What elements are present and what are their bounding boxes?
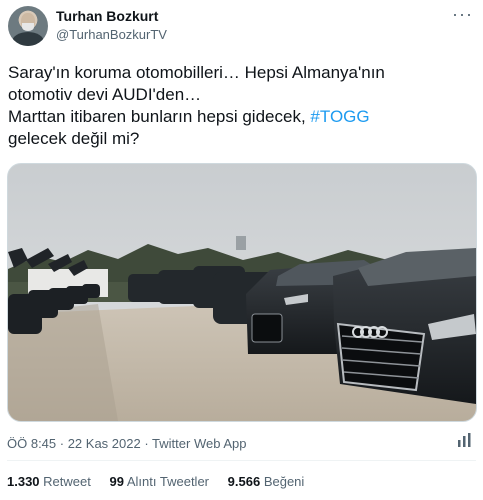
author-handle[interactable]: @TurhanBozkurTV bbox=[56, 27, 167, 42]
tweet-text-line-3-text: Marttan itibaren bunların hepsi gidecek, bbox=[8, 107, 311, 126]
tweet-text-line-4: gelecek değil mi? bbox=[8, 129, 140, 148]
tweet-media-video[interactable] bbox=[7, 163, 477, 422]
meta-separator: · bbox=[140, 436, 153, 451]
tweet: Turhan Bozkurt @TurhanBozkurTV ··· Saray… bbox=[0, 0, 483, 500]
tweet-stats: 1.330 Retweet 99 Alıntı Tweetler 9.566 B… bbox=[7, 474, 319, 489]
media-image-cars bbox=[8, 164, 476, 421]
divider bbox=[7, 460, 476, 461]
likes-count: 9.566 bbox=[227, 474, 261, 489]
retweets-stat[interactable]: 1.330 Retweet bbox=[7, 474, 91, 489]
tweet-meta: ÖÖ 8:45 · 22 Kas 2022 · Twitter Web App bbox=[7, 436, 246, 451]
tweet-text-line-2: otomotiv devi AUDI'den… bbox=[8, 85, 202, 104]
quotes-stat[interactable]: 99 Alıntı Tweetler bbox=[110, 474, 210, 489]
meta-separator: · bbox=[56, 436, 68, 451]
tweet-text: Saray'ın koruma otomobilleri… Hepsi Alma… bbox=[8, 62, 476, 150]
tweet-date[interactable]: 22 Kas 2022 bbox=[68, 436, 141, 451]
analytics-icon[interactable] bbox=[457, 432, 473, 448]
quotes-label: Alıntı Tweetler bbox=[126, 474, 210, 489]
more-options-icon[interactable]: ··· bbox=[452, 4, 473, 25]
tweet-source-app[interactable]: Twitter Web App bbox=[152, 436, 246, 451]
quotes-count: 99 bbox=[109, 474, 124, 489]
retweets-count: 1.330 bbox=[7, 474, 40, 489]
avatar[interactable] bbox=[8, 6, 48, 46]
likes-stat[interactable]: 9.566 Beğeni bbox=[228, 474, 305, 489]
author-name[interactable]: Turhan Bozkurt bbox=[56, 8, 158, 24]
tweet-time[interactable]: ÖÖ 8:45 bbox=[7, 436, 56, 451]
tweet-text-line-3: Marttan itibaren bunların hepsi gidecek,… bbox=[8, 106, 476, 128]
hashtag-link[interactable]: #TOGG bbox=[310, 107, 369, 126]
retweets-label: Retweet bbox=[43, 474, 91, 489]
avatar-shoulders bbox=[12, 32, 44, 46]
tweet-text-line-1: Saray'ın koruma otomobilleri… Hepsi Alma… bbox=[8, 63, 385, 82]
likes-label: Beğeni bbox=[263, 474, 305, 489]
avatar-beard bbox=[22, 23, 34, 31]
